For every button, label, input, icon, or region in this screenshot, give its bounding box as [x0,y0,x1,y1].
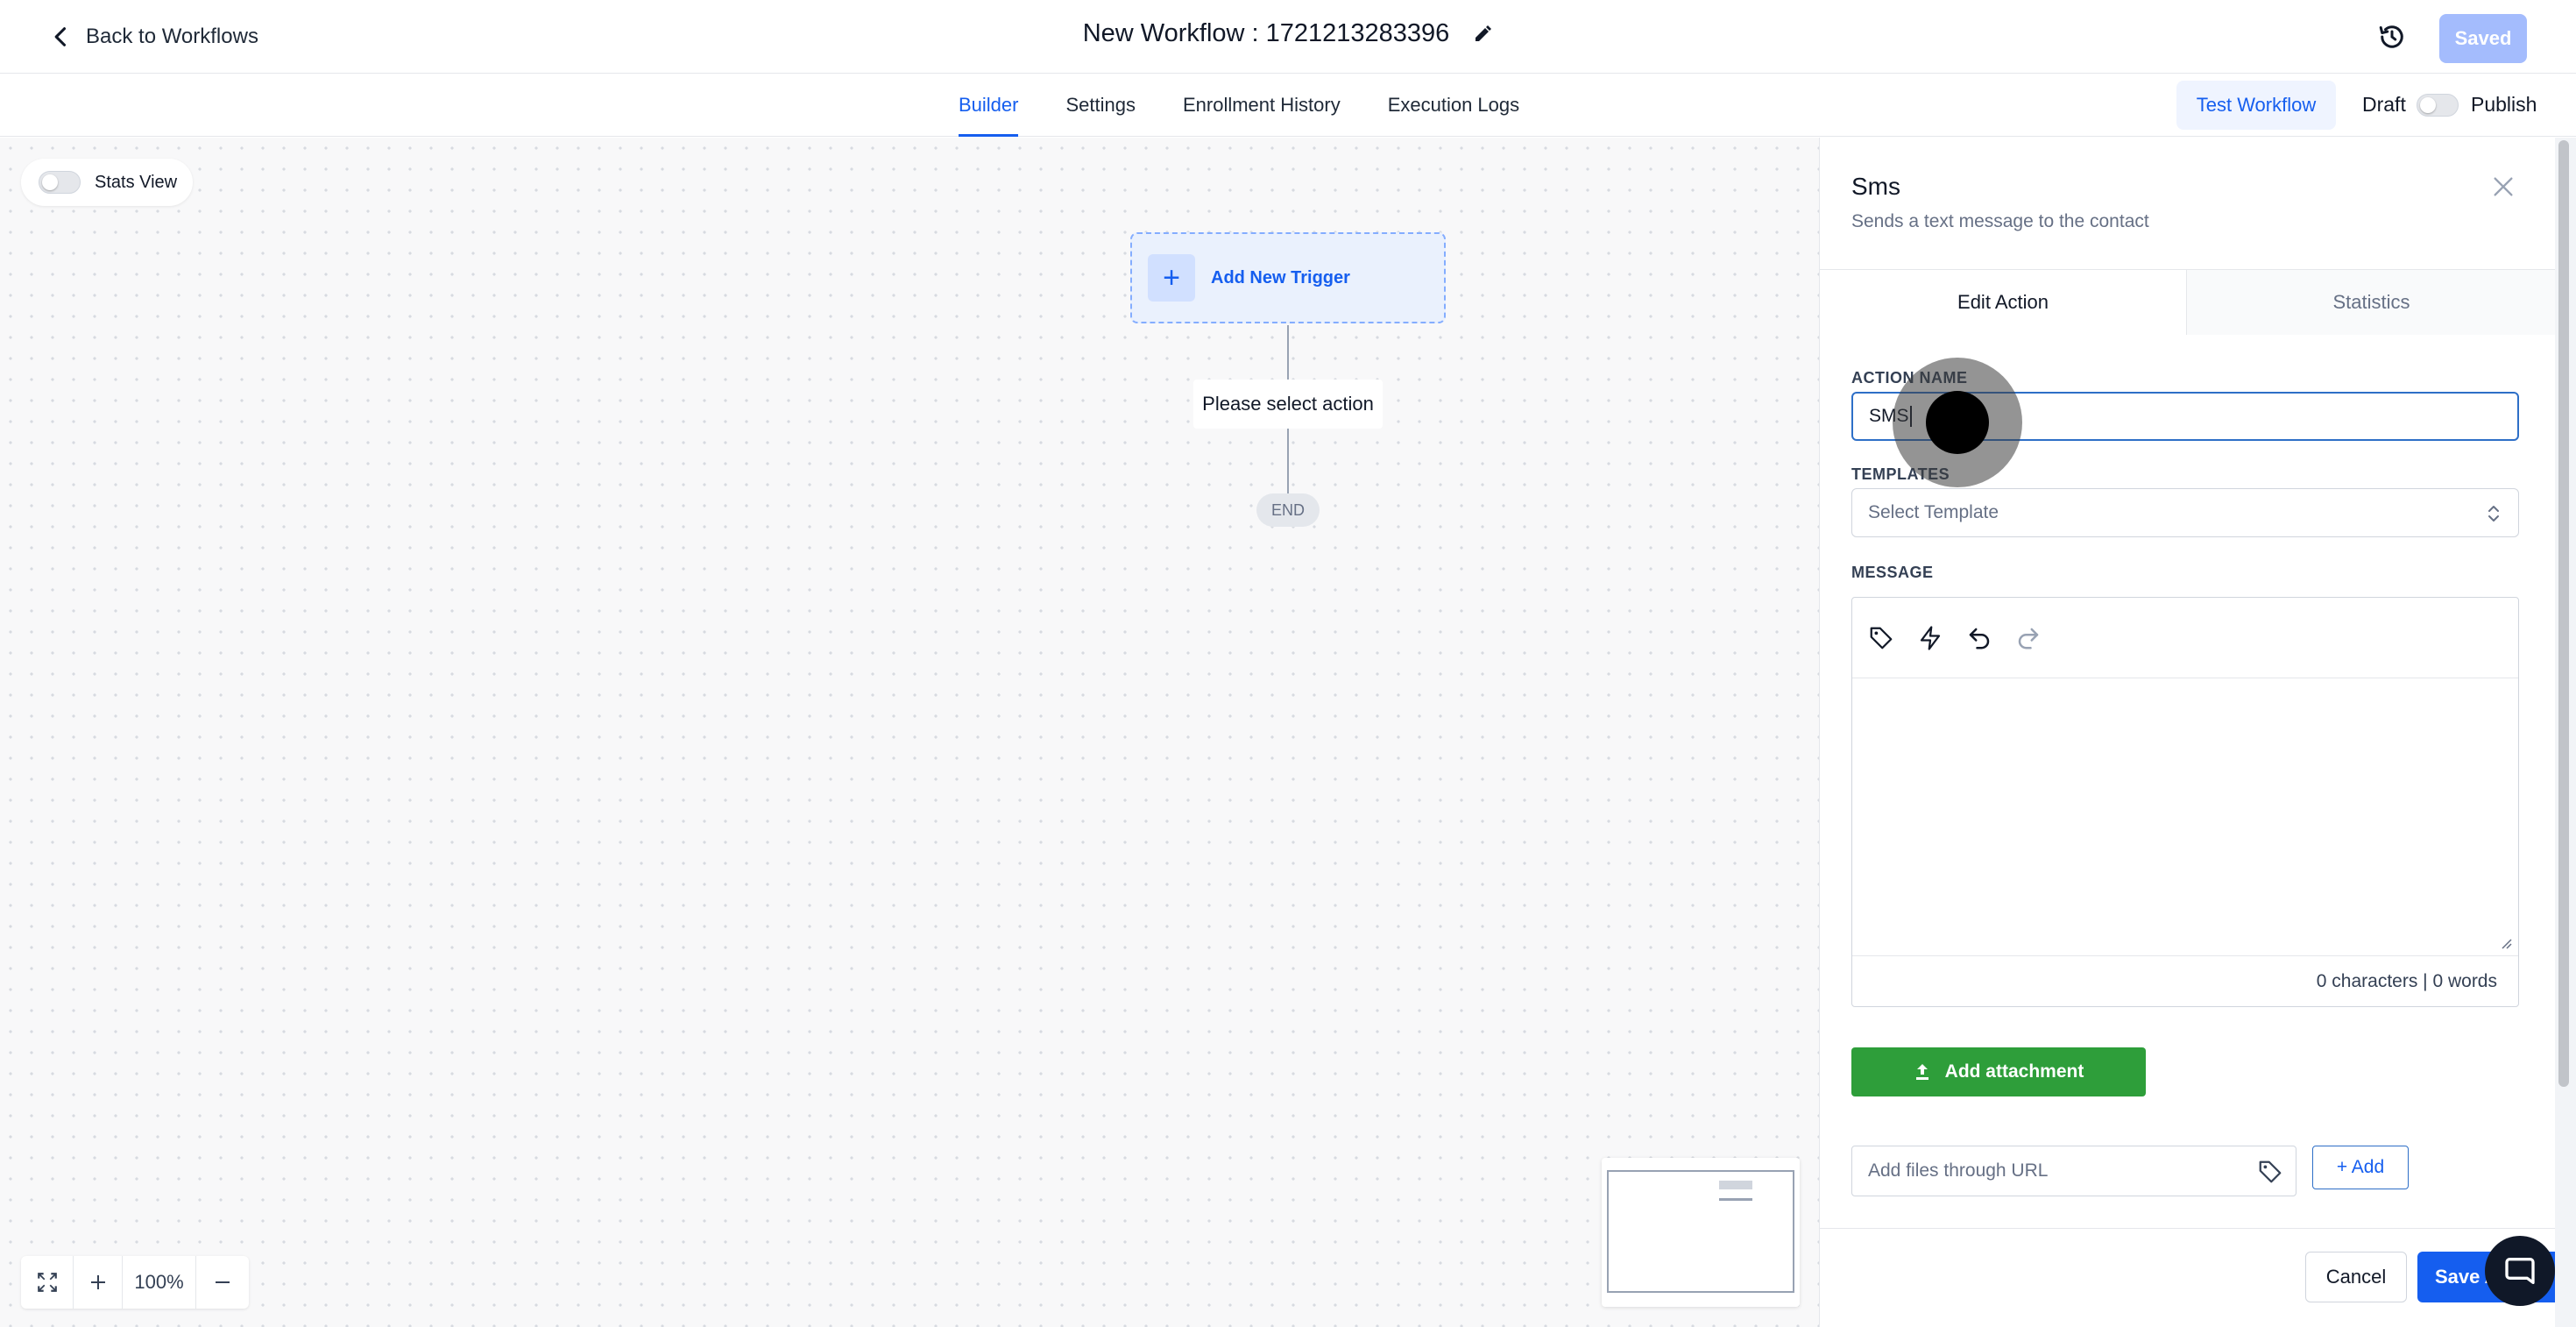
history-icon[interactable] [2376,21,2408,53]
plus-icon [90,1275,105,1289]
tag-icon[interactable] [2257,1159,2283,1185]
select-action-node[interactable]: Please select action [1193,380,1383,429]
test-workflow-button[interactable]: Test Workflow [2176,81,2336,130]
redo-icon[interactable] [2015,625,2042,651]
chevron-left-icon [54,27,67,46]
editor-toolbar [1852,598,2518,678]
tab-builder[interactable]: Builder [959,74,1019,137]
stats-view-toggle[interactable] [39,171,81,194]
zoom-in-button[interactable] [74,1256,123,1309]
chat-icon [2505,1258,2535,1284]
add-new-trigger-card[interactable]: + Add New Trigger [1130,232,1446,323]
connector-line [1287,325,1289,380]
panel-tabs: Edit Action Statistics [1820,269,2556,335]
zoom-out-button[interactable] [196,1256,249,1309]
action-panel: Sms Sends a text message to the contact … [1819,138,2556,1327]
minimap-viewport [1607,1170,1794,1293]
pencil-icon[interactable] [1472,24,1493,45]
panel-scrollbar-thumb[interactable] [2558,140,2569,1087]
expand-icon [37,1273,57,1292]
zoom-level: 100% [123,1256,196,1309]
message-editor: 0 characters | 0 words [1851,597,2519,1007]
message-label: MESSAGE [1851,564,1934,581]
minimap-node [1719,1181,1752,1189]
saved-button[interactable]: Saved [2439,14,2527,63]
panel-title: Sms [1851,173,1900,200]
undo-icon[interactable] [1966,625,1992,651]
back-label: Back to Workflows [86,25,258,48]
nav-bar: Builder Settings Enrollment History Exec… [0,74,2576,137]
template-select[interactable]: Select Template [1851,488,2519,537]
minimap[interactable] [1602,1158,1800,1307]
chat-widget-button[interactable] [2485,1236,2555,1306]
tab-execution-logs[interactable]: Execution Logs [1388,74,1519,137]
add-attachment-label: Add attachment [1944,1061,2084,1082]
url-input[interactable]: Add files through URL [1851,1146,2296,1196]
add-attachment-button[interactable]: Add attachment [1851,1047,2146,1096]
minus-icon [216,1281,230,1283]
back-to-workflows-link[interactable]: Back to Workflows [49,19,258,54]
publish-toggle[interactable] [2417,94,2459,117]
tab-edit-action[interactable]: Edit Action [1820,270,2186,335]
workflow-tabs: Builder Settings Enrollment History Exec… [959,74,1519,137]
workflow-title-row: New Workflow : 1721213283396 [0,19,2576,48]
panel-footer: Cancel Save Action [1820,1228,2556,1327]
top-header: Back to Workflows New Workflow : 1721213… [0,0,2576,74]
plus-icon: + [1148,254,1195,302]
publish-label: Publish [2471,93,2537,116]
cursor-indicator-dot [1926,391,1989,454]
upload-icon [1915,1064,1928,1080]
stats-view-label: Stats View [95,172,178,192]
url-placeholder: Add files through URL [1868,1160,2049,1181]
tag-icon[interactable] [1868,625,1894,651]
add-new-trigger-label: Add New Trigger [1211,267,1350,287]
cancel-button[interactable]: Cancel [2305,1252,2407,1302]
close-icon[interactable] [2489,173,2517,201]
lightning-icon[interactable] [1917,625,1943,651]
message-textarea[interactable] [1852,678,2518,955]
end-node: END [1256,493,1320,527]
panel-subtitle: Sends a text message to the contact [1851,211,2149,231]
stats-view-control: Stats View [21,159,193,206]
workflow-title: New Workflow : 1721213283396 [1082,19,1450,47]
resize-grip-icon[interactable] [2499,936,2513,950]
chevron-up-down-icon [2488,506,2499,522]
fit-view-button[interactable] [21,1256,74,1309]
message-count: 0 characters | 0 words [1852,955,2518,1006]
connector-line [1287,429,1289,493]
tab-statistics[interactable]: Statistics [2186,270,2556,335]
tab-settings[interactable]: Settings [1065,74,1136,137]
minimap-node [1719,1198,1752,1201]
zoom-controls: 100% [21,1256,249,1309]
add-url-button[interactable]: + Add [2312,1146,2409,1189]
draft-label: Draft [2362,93,2406,116]
template-placeholder: Select Template [1868,502,1999,522]
workflow-canvas[interactable]: Stats View + Add New Trigger Please sele… [0,138,1819,1327]
tab-enrollment-history[interactable]: Enrollment History [1183,74,1341,137]
